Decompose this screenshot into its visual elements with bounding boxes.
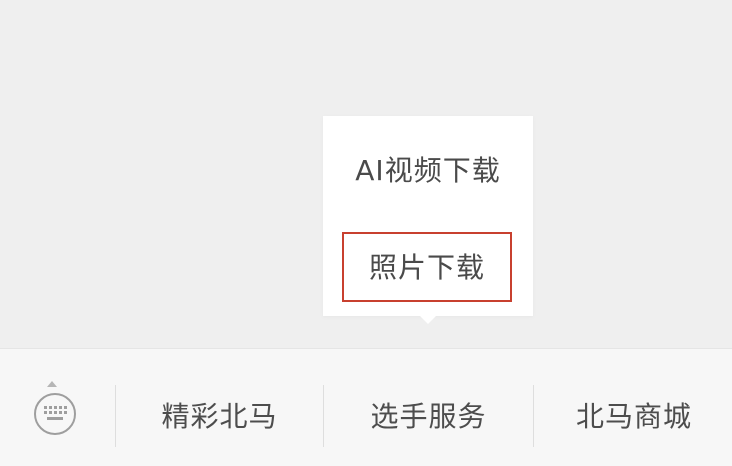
keyboard-icon [34, 393, 76, 435]
keyboard-toggle-button[interactable] [22, 381, 88, 453]
tab-beima-mall[interactable]: 北马商城 [536, 389, 732, 445]
bottom-menu-bar: 精彩北马 选手服务 北马商城 [0, 348, 732, 466]
tab-exciting-beima[interactable]: 精彩北马 [118, 389, 321, 445]
photo-download-menu-item[interactable]: 照片下载 [342, 232, 512, 302]
popup-menu: AI视频下载 照片下载 [323, 116, 533, 316]
divider [115, 385, 116, 447]
popup-arrow [420, 316, 436, 324]
caret-up-icon [47, 381, 57, 387]
ai-video-download-menu-item[interactable]: AI视频下载 [323, 146, 533, 196]
divider [533, 385, 534, 447]
divider [323, 385, 324, 447]
tab-runner-services[interactable]: 选手服务 [326, 389, 531, 445]
